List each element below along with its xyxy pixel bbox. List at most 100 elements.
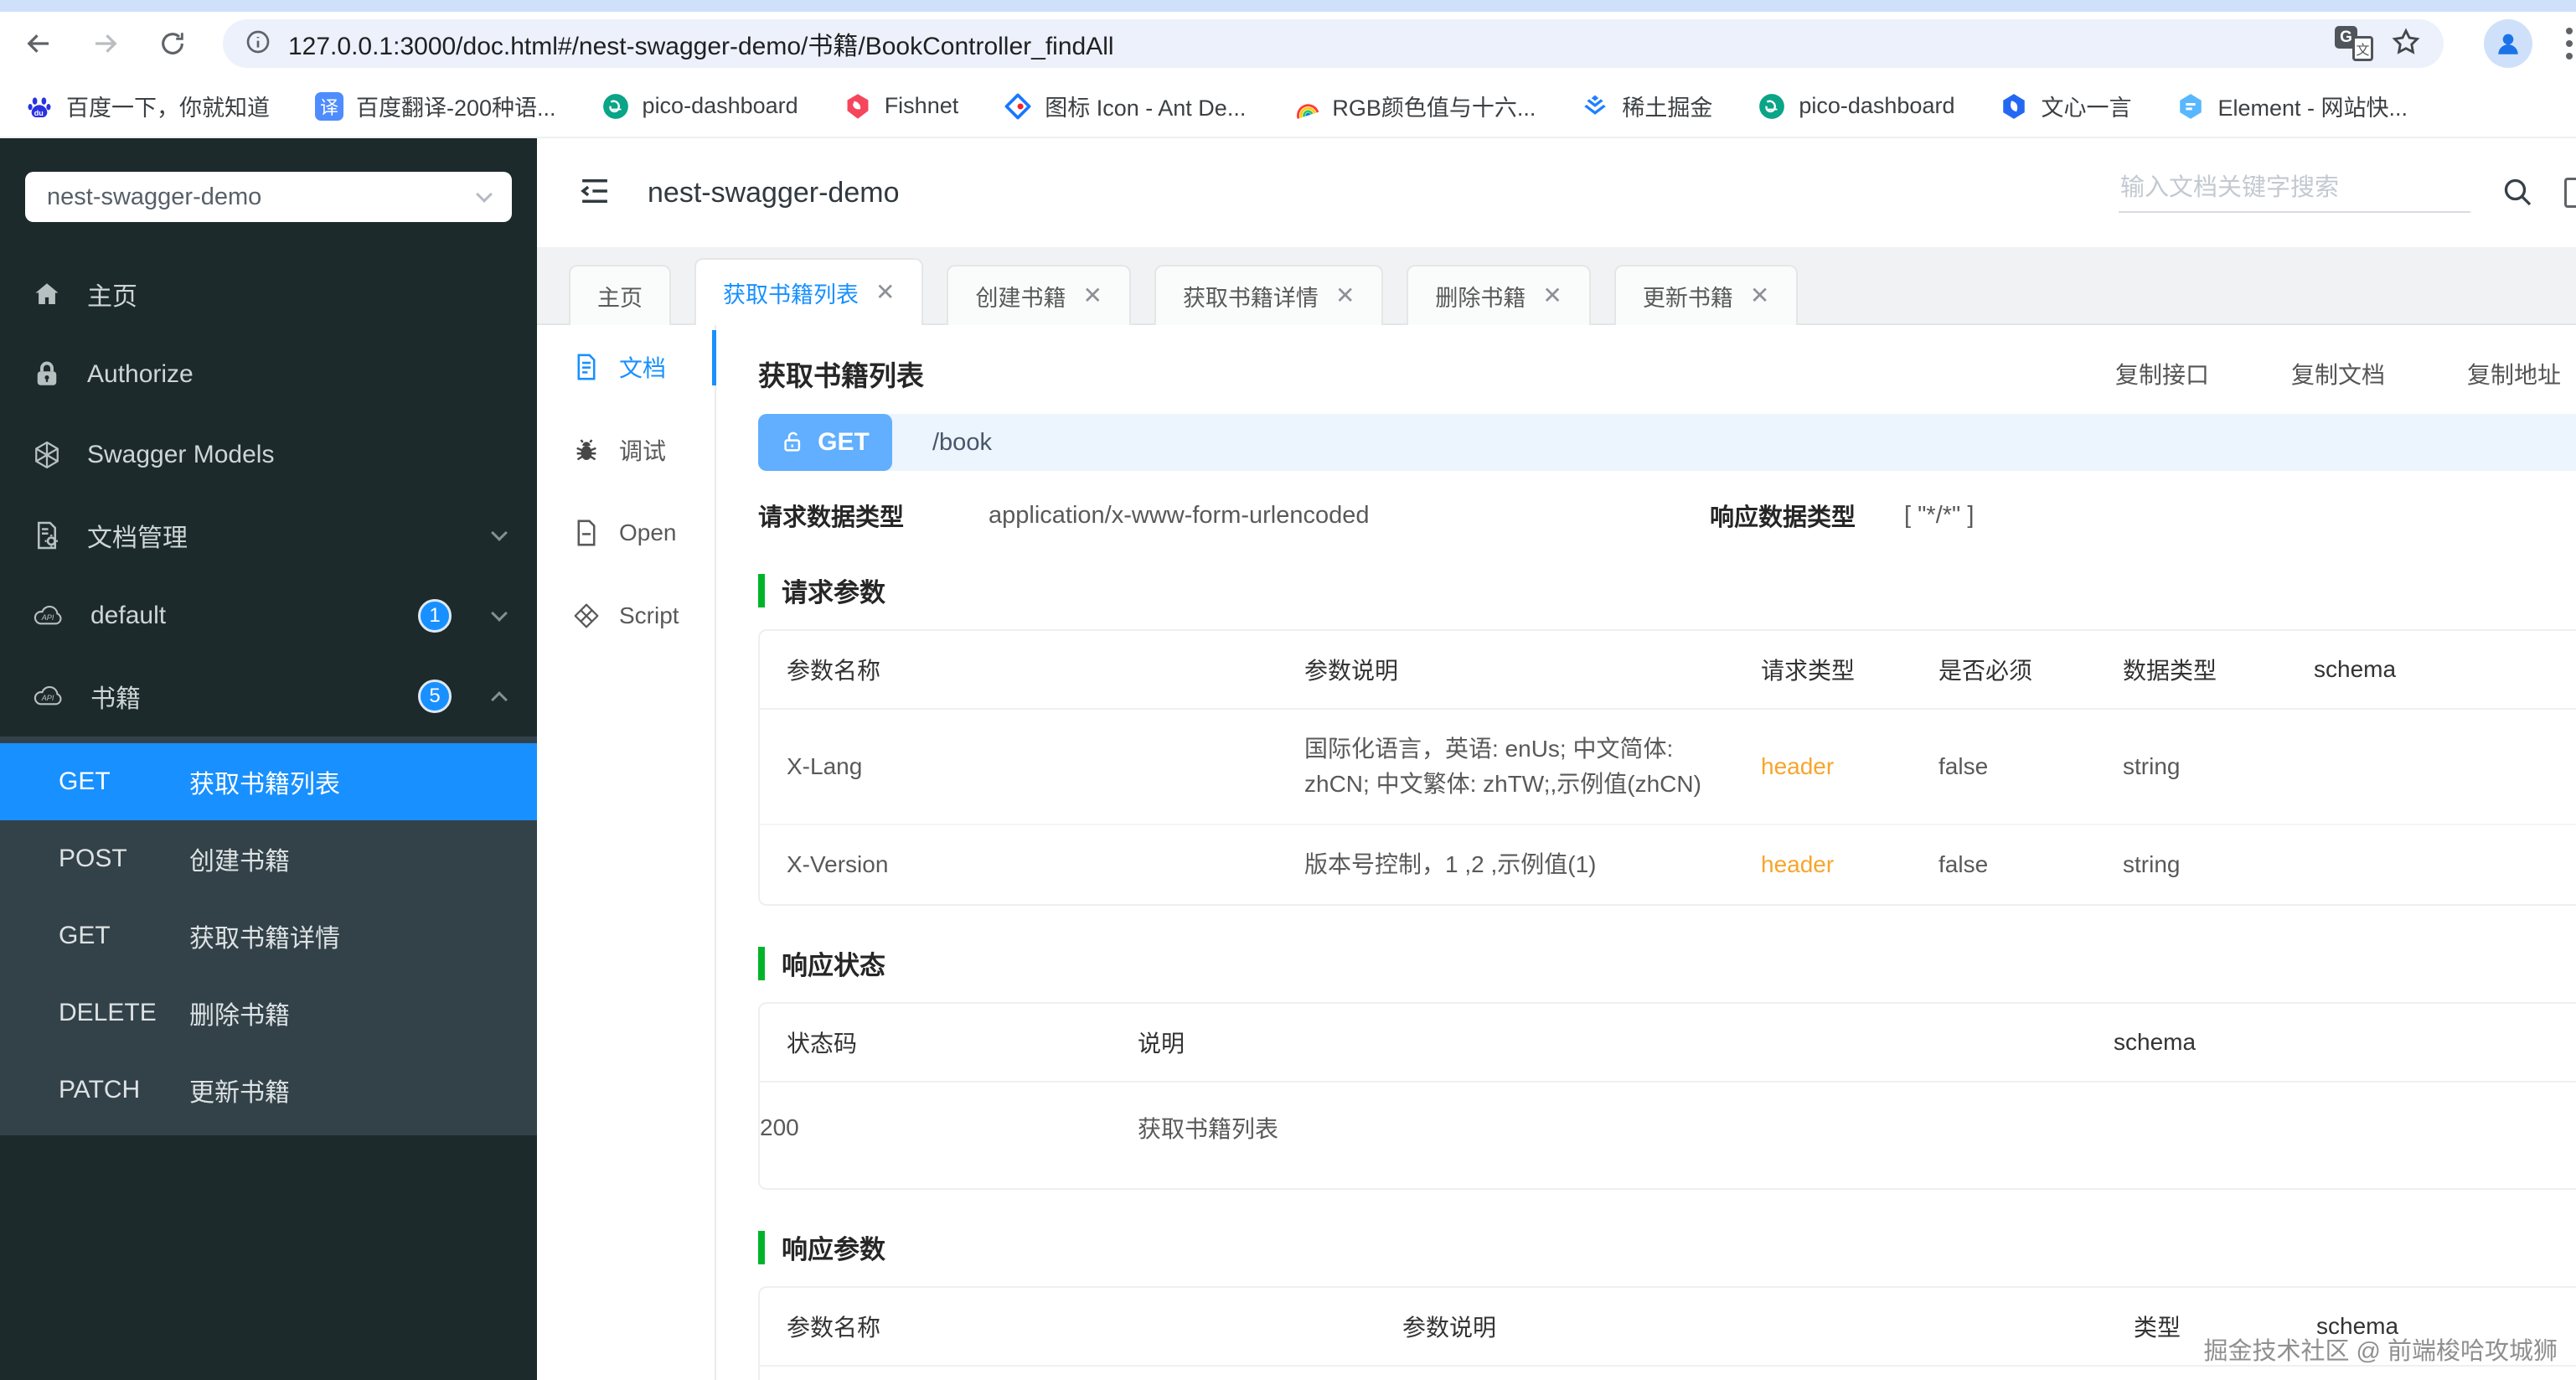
request-type-label: 请求数据类型: [758, 504, 905, 531]
method-label: GET: [818, 428, 870, 456]
sidebar-item-label: 主页: [87, 283, 137, 311]
reload-icon[interactable]: [156, 27, 189, 60]
param-desc: 版本号控制，1 ,2 ,示例值(1): [1304, 824, 1761, 904]
copy-url-button[interactable]: 复制地址: [2467, 357, 2561, 390]
bookmark-pico-dashboard-2[interactable]: pico-dashboard: [1758, 92, 1954, 121]
col-status-code: 状态码: [760, 1004, 1138, 1083]
doc-nav-docs[interactable]: 文档: [537, 325, 715, 408]
forward-icon[interactable]: [89, 27, 122, 60]
sidebar-item-default[interactable]: API default 1: [0, 576, 537, 656]
response-params-section-header: 响应参数: [758, 1228, 2576, 1266]
endpoint-get-book-list[interactable]: GET 获取书籍列表: [0, 743, 537, 820]
col-param-desc: 参数说明: [1304, 631, 1761, 710]
bookmark-baidu[interactable]: du 百度一下，你就知道: [25, 90, 270, 122]
close-icon[interactable]: ✕: [1082, 284, 1102, 308]
sidebar-item-doc-manage[interactable]: 文档管理: [0, 495, 537, 576]
bookmark-label: 文心一言: [2041, 96, 2132, 121]
sidebar-item-authorize[interactable]: Authorize: [0, 334, 537, 415]
bookmark-star-icon[interactable]: [2390, 26, 2422, 62]
doc-nav: 文档 调试 Open Script: [537, 325, 716, 1380]
param-name: X-Version: [760, 824, 1304, 904]
copy-actions: 复制接口 复制文档 复制地址: [2115, 357, 2561, 390]
copy-doc-button[interactable]: 复制文档: [2291, 357, 2385, 390]
site-info-icon[interactable]: [245, 28, 271, 59]
search-icon[interactable]: [2501, 175, 2534, 213]
col-param-name: 参数名称: [760, 1288, 1402, 1367]
cloud-api-icon: API: [34, 685, 62, 706]
sidebar-item-label: Swagger Models: [87, 441, 275, 468]
empty-state: No Data: [760, 1367, 2576, 1380]
sidebar-item-books[interactable]: API 书籍 5: [0, 656, 537, 737]
tab-update-book[interactable]: 更新书籍 ✕: [1613, 265, 1799, 325]
profile-avatar[interactable]: [2484, 19, 2532, 68]
doc-nav-debug[interactable]: 调试: [537, 408, 715, 491]
bookmark-ant-design-icons[interactable]: 图标 Icon - Ant De...: [1004, 90, 1246, 122]
app: nest-swagger-demo 主页 Authorize Swagger M…: [0, 138, 2576, 1380]
svg-text:API: API: [41, 613, 54, 622]
document-icon: [577, 354, 596, 380]
bookmark-label: pico-dashboard: [642, 93, 798, 118]
bookmark-fishnet[interactable]: Fishnet: [844, 92, 958, 121]
pico-circle-icon: [1758, 92, 1786, 121]
translate-icon[interactable]: G 文: [2335, 26, 2373, 61]
tab-label: 主页: [597, 285, 643, 311]
param-name: X-Lang: [787, 753, 863, 779]
active-nav-indicator: [712, 330, 716, 385]
tab-label: 获取书籍列表: [723, 282, 859, 308]
browser-tab-strip: [0, 0, 2576, 12]
response-status-table: 状态码 说明 schema 200 获取书籍列表: [758, 1002, 2576, 1190]
request-params-section-header: 请求参数: [758, 571, 2576, 609]
section-title: 请求参数: [782, 578, 885, 607]
juejin-icon: [1581, 92, 1609, 121]
endpoint-get-book-detail[interactable]: GET 获取书籍详情: [0, 897, 537, 974]
unlock-icon: [784, 432, 801, 452]
baidu-paw-icon: du: [25, 92, 54, 121]
back-icon[interactable]: [22, 27, 55, 60]
close-icon[interactable]: ✕: [1750, 284, 1769, 308]
sidebar-item-label: Authorize: [87, 360, 194, 388]
doc-nav-open[interactable]: Open: [537, 491, 715, 574]
project-select[interactable]: nest-swagger-demo: [25, 172, 512, 222]
browser-menu-icon[interactable]: [2566, 28, 2573, 59]
endpoint-delete-book[interactable]: DELETE 删除书籍: [0, 974, 537, 1052]
bookmark-juejin[interactable]: 稀土掘金: [1581, 90, 1712, 122]
svg-text:API: API: [41, 694, 54, 702]
close-icon[interactable]: ✕: [875, 281, 895, 304]
param-type: string: [2123, 824, 2314, 904]
address-bar[interactable]: 127.0.0.1:3000/doc.html#/nest-swagger-de…: [223, 19, 2444, 68]
sidebar-item-home[interactable]: 主页: [0, 254, 537, 334]
chevron-down-icon: [491, 605, 508, 622]
tab-delete-book[interactable]: 删除书籍 ✕: [1407, 265, 1591, 325]
doc-nav-label: 调试: [619, 437, 667, 464]
close-icon[interactable]: ✕: [1335, 284, 1355, 308]
copy-api-button[interactable]: 复制接口: [2115, 357, 2209, 390]
bookmark-rgb-colors[interactable]: RGB颜色值与十六...: [1291, 90, 1536, 122]
chevron-up-icon: [491, 691, 508, 708]
svg-text:du: du: [34, 108, 44, 116]
cloud-api-icon: API: [34, 605, 62, 625]
doc-search-box[interactable]: [2119, 173, 2470, 213]
search-input[interactable]: [2119, 173, 2470, 203]
endpoint-method: PATCH: [59, 1076, 141, 1103]
tab-get-book-list[interactable]: 获取书籍列表 ✕: [694, 258, 924, 325]
bookmark-element[interactable]: Element - 网站快...: [2176, 90, 2408, 122]
layout-icon-partial[interactable]: [2564, 177, 2576, 208]
endpoint-post-create-book[interactable]: POST 创建书籍: [0, 820, 537, 897]
url-text[interactable]: 127.0.0.1:3000/doc.html#/nest-swagger-de…: [288, 25, 1114, 62]
tab-get-book-detail[interactable]: 获取书籍详情 ✕: [1154, 265, 1384, 325]
tab-create-book[interactable]: 创建书籍 ✕: [947, 265, 1131, 325]
close-icon[interactable]: ✕: [1542, 284, 1562, 308]
bookmark-pico-dashboard-1[interactable]: pico-dashboard: [601, 92, 798, 121]
request-type-value: application/x-www-form-urlencoded: [989, 501, 1370, 529]
collapse-sidebar-icon[interactable]: [577, 173, 612, 213]
main-area: nest-swagger-demo 主页 获取书籍列表 ✕: [537, 138, 2576, 1380]
tab-home[interactable]: 主页: [569, 265, 671, 325]
codesandbox-icon: [574, 603, 599, 628]
doc-nav-script[interactable]: Script: [537, 574, 715, 657]
endpoint-label: 创建书籍: [189, 848, 290, 876]
bookmark-wenxin[interactable]: 文心一言: [2000, 90, 2131, 122]
bookmark-baidu-translate[interactable]: 译 百度翻译-200种语...: [315, 90, 556, 122]
endpoint-patch-update-book[interactable]: PATCH 更新书籍: [0, 1052, 537, 1129]
col-param-type: 数据类型: [2123, 631, 2314, 710]
sidebar-item-swagger-models[interactable]: Swagger Models: [0, 415, 537, 495]
